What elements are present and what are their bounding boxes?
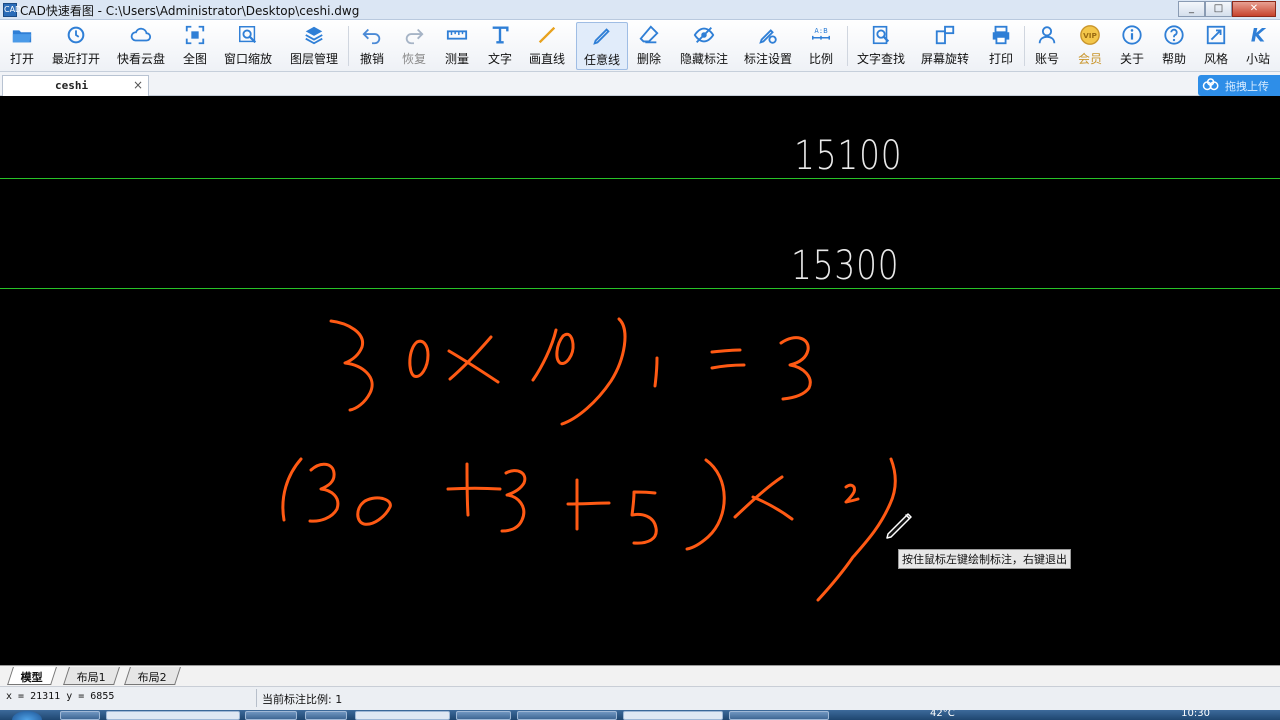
- layer-manager-button[interactable]: 图层管理: [288, 22, 340, 70]
- pencil-cursor-icon: [886, 513, 912, 539]
- document-tab[interactable]: ceshi ×: [2, 75, 149, 96]
- document-tab-bar: ceshi × 拖拽上传: [0, 72, 1280, 96]
- find-text-button[interactable]: 文字查找: [855, 22, 907, 70]
- drag-upload-button[interactable]: 拖拽上传: [1198, 75, 1280, 96]
- maximize-button[interactable]: □: [1205, 1, 1232, 17]
- tab-model[interactable]: 模型: [7, 667, 57, 685]
- taskbar-app-button[interactable]: [623, 711, 723, 720]
- os-taskbar: 42°C 10:30: [0, 710, 1280, 720]
- window-zoom-button[interactable]: 窗口缩放: [222, 22, 274, 70]
- measure-ruler-icon: [444, 22, 470, 48]
- scale-button[interactable]: A:B 比例: [805, 22, 837, 70]
- scale-ab-icon: A:B: [808, 22, 834, 48]
- printer-icon: [988, 22, 1014, 48]
- eraser-icon: [636, 22, 662, 48]
- close-window-button[interactable]: ✕: [1232, 1, 1276, 17]
- drawing-canvas[interactable]: 15100 15300 按住鼠标左键绘制标注，右键退出: [0, 97, 1280, 665]
- upload-cloud-icon: [1202, 78, 1219, 91]
- text-tool-button[interactable]: 文字: [484, 22, 516, 70]
- svg-text:K: K: [1251, 25, 1267, 46]
- close-tab-icon[interactable]: ×: [133, 78, 143, 92]
- status-bar: x = 21311 y = 6855 当前标注比例: 1: [0, 686, 1280, 710]
- help-button[interactable]: 帮助: [1158, 22, 1190, 70]
- tab-layout-2[interactable]: 布局2: [124, 667, 181, 685]
- zoom-window-icon: [235, 22, 261, 48]
- document-tab-name: ceshi: [55, 79, 89, 92]
- taskbar-clock: 10:30: [1181, 710, 1210, 719]
- layout-tab-bar: 模型 布局1 布局2: [0, 665, 1280, 686]
- help-icon: [1161, 22, 1187, 48]
- upload-label: 拖拽上传: [1225, 80, 1269, 93]
- start-button[interactable]: [12, 711, 42, 720]
- cloud-icon: [128, 22, 154, 48]
- text-t-icon: [487, 22, 513, 48]
- pencil-freehand-icon: [589, 23, 615, 49]
- undo-button[interactable]: 撤销: [356, 22, 388, 70]
- print-button[interactable]: 打印: [985, 22, 1017, 70]
- toolbar-separator: [1024, 26, 1025, 66]
- hide-annotation-button[interactable]: 隐藏标注: [678, 22, 730, 70]
- tab-layout-1[interactable]: 布局1: [63, 667, 120, 685]
- measure-button[interactable]: 测量: [441, 22, 473, 70]
- style-icon: [1203, 22, 1229, 48]
- account-button[interactable]: 账号: [1031, 22, 1063, 70]
- open-button[interactable]: 打开: [4, 22, 40, 70]
- cursor-coordinates: x = 21311 y = 6855: [6, 691, 115, 702]
- taskbar-app-button[interactable]: [517, 711, 617, 720]
- clock-history-icon: [63, 22, 89, 48]
- recent-open-button[interactable]: 最近打开: [50, 22, 102, 70]
- toolbar-separator: [348, 26, 349, 66]
- taskbar-app-button[interactable]: [305, 711, 347, 720]
- folder-open-icon: [9, 22, 35, 48]
- eye-hide-icon: [691, 22, 717, 48]
- fit-view-icon: [182, 22, 208, 48]
- window-title: CAD快速看图 - C:\Users\Administrator\Desktop…: [20, 4, 360, 18]
- minimize-button[interactable]: _: [1178, 1, 1205, 17]
- mini-site-button[interactable]: K 小站: [1242, 22, 1274, 70]
- redo-icon: [401, 22, 427, 48]
- layers-icon: [301, 22, 327, 48]
- undo-icon: [359, 22, 385, 48]
- status-divider: [256, 689, 257, 707]
- cloud-disk-button[interactable]: 快看云盘: [115, 22, 167, 70]
- redo-button[interactable]: 恢复: [398, 22, 430, 70]
- rotate-screen-icon: [932, 22, 958, 48]
- app-icon: CAD: [3, 3, 21, 17]
- find-text-icon: [868, 22, 894, 48]
- draw-line-button[interactable]: 画直线: [527, 22, 567, 70]
- title-bar: CAD CAD快速看图 - C:\Users\Administrator\Des…: [0, 0, 1280, 20]
- vip-badge-icon: VIP: [1077, 22, 1103, 48]
- user-account-icon: [1034, 22, 1060, 48]
- line-icon: [534, 22, 560, 48]
- full-view-button[interactable]: 全图: [178, 22, 212, 70]
- window-controls: _ □ ✕: [1178, 1, 1276, 17]
- delete-button[interactable]: 删除: [633, 22, 665, 70]
- freehand-line-button[interactable]: 任意线: [576, 22, 628, 70]
- taskbar-app-button[interactable]: [106, 711, 240, 720]
- svg-text:A:B: A:B: [814, 26, 828, 35]
- taskbar-app-button[interactable]: [456, 711, 511, 720]
- annotation-scale-status: 当前标注比例: 1: [262, 693, 343, 706]
- info-icon: [1119, 22, 1145, 48]
- taskbar-app-button[interactable]: [355, 711, 450, 720]
- k-site-icon: K: [1245, 22, 1271, 48]
- taskbar-app-button[interactable]: [245, 711, 297, 720]
- svg-text:VIP: VIP: [1083, 31, 1097, 40]
- main-toolbar: 打开 最近打开 快看云盘 全图 窗口缩放 图层管理 撤销 恢复 测量 文字 画直…: [0, 20, 1280, 72]
- vip-member-button[interactable]: VIP 会员: [1074, 22, 1106, 70]
- annotation-settings-icon: [755, 22, 781, 48]
- draw-hint-tooltip: 按住鼠标左键绘制标注，右键退出: [898, 549, 1071, 569]
- taskbar-app-button[interactable]: [60, 711, 100, 720]
- taskbar-app-button[interactable]: [729, 711, 829, 720]
- about-button[interactable]: 关于: [1116, 22, 1148, 70]
- toolbar-separator: [847, 26, 848, 66]
- taskbar-temperature: 42°C: [930, 710, 955, 719]
- annotation-settings-button[interactable]: 标注设置: [742, 22, 794, 70]
- screen-rotate-button[interactable]: 屏幕旋转: [919, 22, 971, 70]
- style-button[interactable]: 风格: [1200, 22, 1232, 70]
